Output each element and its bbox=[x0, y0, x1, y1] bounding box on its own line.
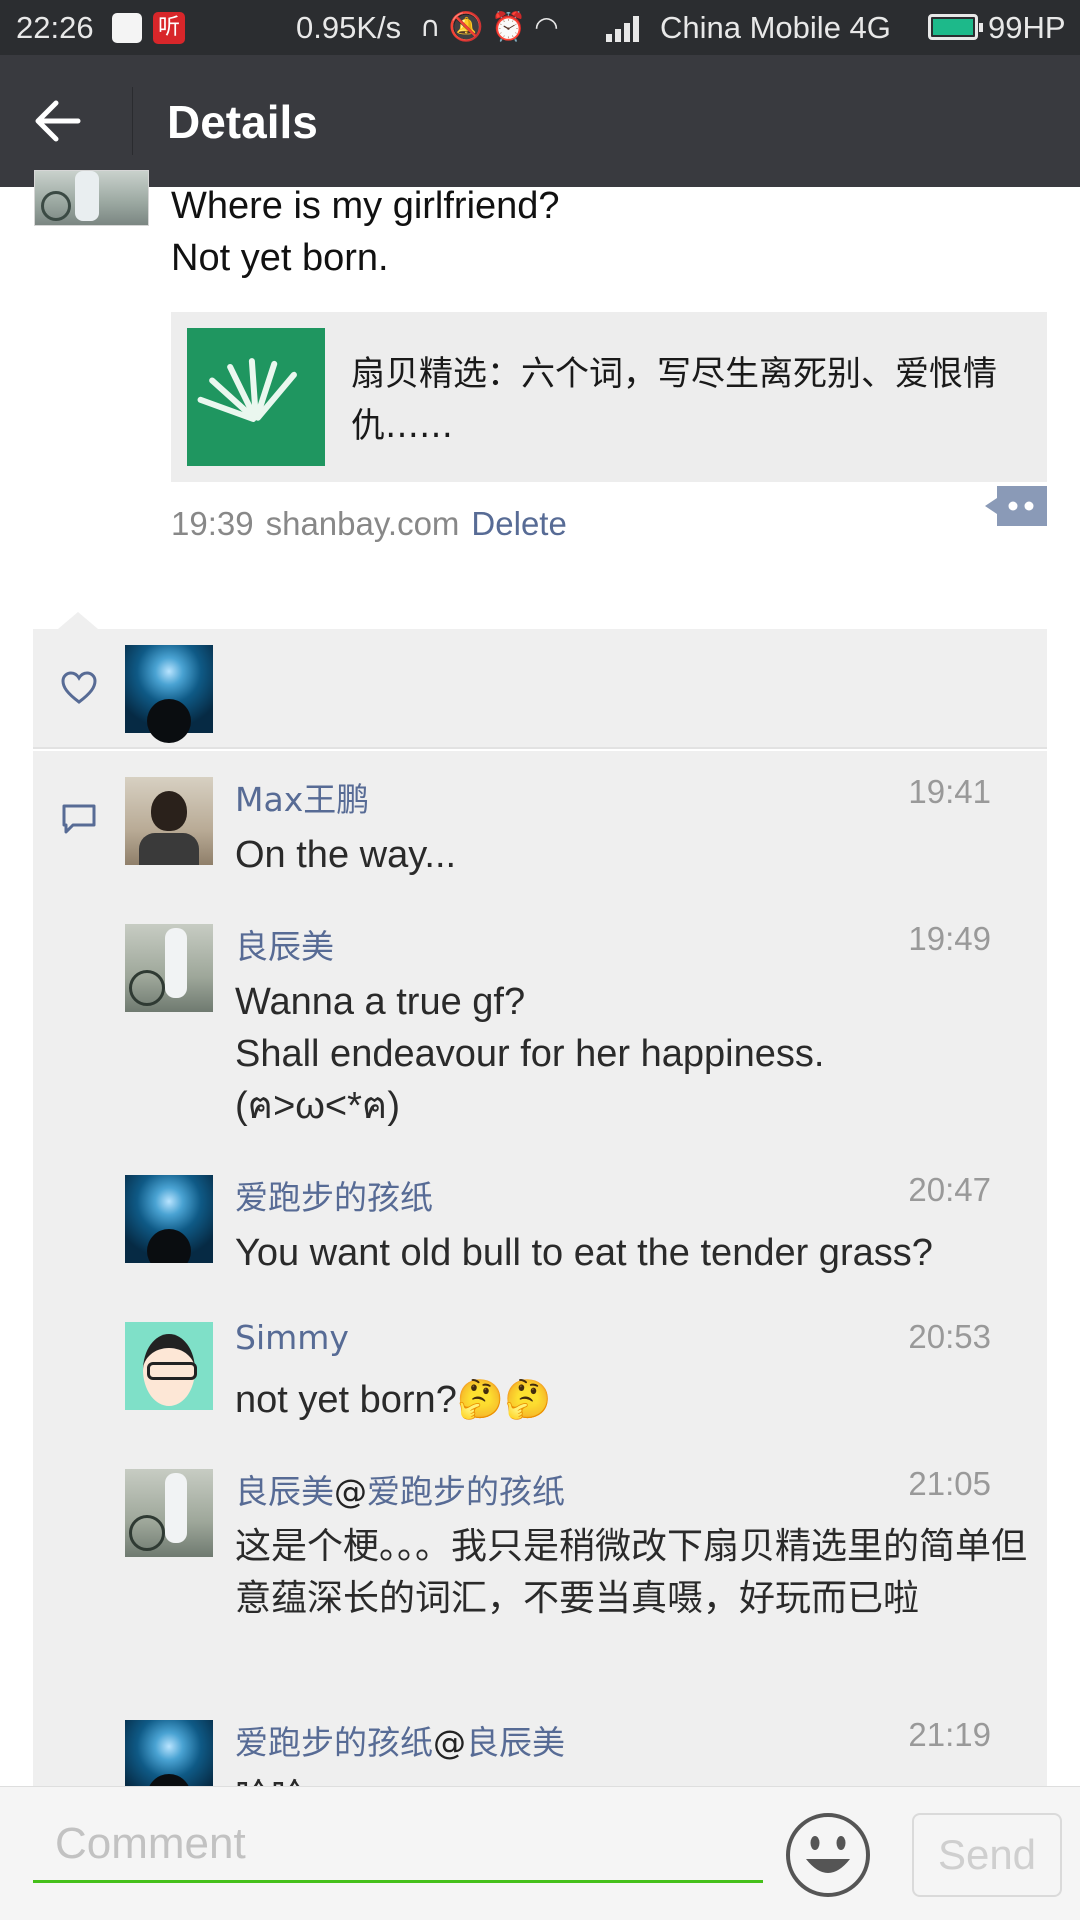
reply-at-sign: @ bbox=[334, 1472, 367, 1511]
commenter-name-link[interactable]: 良辰美 bbox=[235, 1472, 334, 1511]
commenter-avatar[interactable] bbox=[125, 1469, 213, 1557]
send-button[interactable]: Send bbox=[912, 1813, 1062, 1897]
link-thumbnail bbox=[187, 328, 325, 466]
delete-link[interactable]: Delete bbox=[471, 505, 566, 542]
comment-input-bar: Send bbox=[0, 1786, 1080, 1920]
reply-at-sign: @ bbox=[433, 1723, 466, 1762]
shared-link-card[interactable]: 扇贝精选：六个词，写尽生离死别、爱恨情仇…… bbox=[171, 312, 1047, 482]
commenter-name[interactable]: Simmy bbox=[235, 1318, 349, 1357]
commenter-name[interactable]: 良辰美 bbox=[235, 920, 334, 968]
header-divider bbox=[132, 87, 133, 155]
emoji-button[interactable] bbox=[784, 1811, 872, 1899]
heart-icon bbox=[61, 671, 97, 704]
post-meta: 19:39 shanbay.com Delete bbox=[171, 505, 567, 543]
more-actions-button[interactable] bbox=[985, 486, 1047, 526]
commenter-name-link[interactable]: 爱跑步的孩纸 bbox=[235, 1723, 433, 1762]
comment-time: 19:49 bbox=[908, 920, 991, 957]
post-text: Where is my girlfriend? Not yet born. bbox=[171, 180, 560, 284]
comment-time: 20:53 bbox=[908, 1318, 991, 1355]
comment-text: Wanna a true gf? Shall endeavour for her… bbox=[235, 981, 825, 1127]
link-title: 扇贝精选：六个词，写尽生离死别、爱恨情仇…… bbox=[351, 354, 997, 446]
page-title: Details bbox=[167, 96, 318, 148]
likes-section bbox=[33, 629, 1047, 749]
network-speed: 0.95K/s bbox=[296, 10, 402, 45]
reply-target-name[interactable]: 良辰美 bbox=[466, 1723, 565, 1762]
comment-time: 21:19 bbox=[908, 1716, 991, 1753]
mail-notification-icon bbox=[112, 13, 142, 43]
signal-icon bbox=[606, 14, 646, 42]
post-time: 19:39 bbox=[171, 505, 254, 542]
comment-input[interactable] bbox=[33, 1807, 763, 1883]
post-author-avatar[interactable] bbox=[34, 170, 149, 226]
comment-time: 20:47 bbox=[908, 1171, 991, 1208]
alarm-icon: ⏰ bbox=[491, 10, 535, 43]
post-text-line: Not yet born. bbox=[171, 237, 389, 279]
status-time: 22:26 bbox=[16, 10, 94, 45]
app-notification-icon: 听 bbox=[153, 12, 185, 44]
commenter-name: 良辰美@爱跑步的孩纸 bbox=[235, 1465, 565, 1513]
status-icons: ∩🔕⏰◠ bbox=[420, 10, 567, 43]
comment-text: On the way... bbox=[235, 834, 457, 876]
headphones-icon: ∩ bbox=[420, 10, 449, 43]
comments-section: Max王鹏 19:41 On the way... 良辰美 19:49 Wann… bbox=[33, 751, 1047, 1818]
comment-text: not yet born?🤔🤔 bbox=[235, 1379, 552, 1421]
top-bar: Details bbox=[0, 55, 1080, 187]
post-source: shanbay.com bbox=[265, 505, 460, 542]
comment-time: 19:41 bbox=[908, 773, 991, 810]
more-dots-icon bbox=[985, 486, 1047, 526]
battery-icon bbox=[928, 14, 983, 40]
commenter-avatar[interactable] bbox=[125, 1322, 213, 1410]
commenter-name[interactable]: 爱跑步的孩纸 bbox=[235, 1171, 433, 1219]
commenter-avatar[interactable] bbox=[125, 924, 213, 1012]
mute-icon: 🔕 bbox=[448, 10, 492, 43]
back-arrow-icon bbox=[35, 100, 81, 142]
wifi-icon: ◠ bbox=[534, 10, 567, 43]
commenter-name[interactable]: Max王鹏 bbox=[235, 773, 369, 821]
reply-target-name[interactable]: 爱跑步的孩纸 bbox=[367, 1472, 565, 1511]
commenter-avatar[interactable] bbox=[125, 1175, 213, 1263]
post-text-line: Where is my girlfriend? bbox=[171, 185, 560, 227]
comment-text: You want old bull to eat the tender gras… bbox=[235, 1232, 933, 1274]
carrier-label: China Mobile 4G bbox=[660, 10, 891, 45]
comment-text: 这是个梗。。。我只是稍微改下扇贝精选里的简单但意蕴深长的词汇，不要当真嗫，好玩而… bbox=[235, 1526, 1028, 1619]
battery-label: 99HP bbox=[988, 10, 1066, 45]
like-avatar[interactable] bbox=[125, 645, 213, 743]
comment-icon bbox=[62, 804, 96, 834]
interaction-caret bbox=[58, 612, 98, 629]
commenter-avatar[interactable] bbox=[125, 777, 213, 865]
back-button[interactable] bbox=[30, 91, 100, 151]
smiley-icon bbox=[786, 1813, 870, 1897]
commenter-name: 爱跑步的孩纸@良辰美 bbox=[235, 1716, 565, 1764]
status-bar: 22:26 听 0.95K/s ∩🔕⏰◠ China Mobile 4G 99H… bbox=[0, 0, 1080, 55]
comment-time: 21:05 bbox=[908, 1465, 991, 1502]
